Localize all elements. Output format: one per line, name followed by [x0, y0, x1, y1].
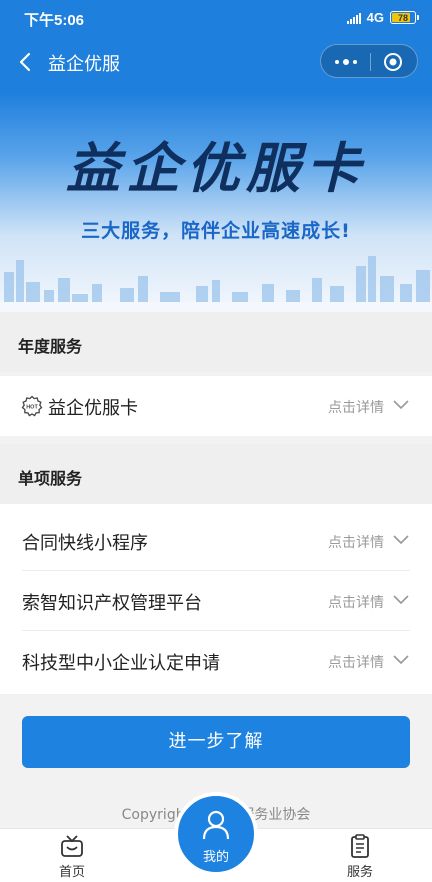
list-item-contract-express[interactable]: 合同快线小程序 点击详情: [0, 511, 432, 571]
status-indicators: 4G 78: [346, 10, 419, 25]
chevron-down-icon: [393, 535, 409, 545]
detail-link[interactable]: 点击详情: [328, 532, 384, 552]
hot-badge-icon: HOT: [21, 395, 43, 417]
page-title: 益企优服: [48, 54, 120, 75]
city-skyline-illustration: [0, 256, 432, 312]
capsule-divider: [370, 53, 371, 71]
chevron-down-icon: [393, 655, 409, 665]
detail-link[interactable]: 点击详情: [328, 397, 384, 417]
clipboard-list-icon: [351, 834, 369, 858]
chevron-down-icon: [393, 595, 409, 605]
tab-mine[interactable]: 我的: [174, 792, 258, 876]
tab-service[interactable]: 服务: [320, 833, 400, 880]
tab-home[interactable]: 首页: [32, 833, 112, 880]
miniprogram-capsule: [320, 44, 418, 78]
list-item-label: 索智知识产权管理平台: [22, 593, 202, 614]
list-item-ip-platform[interactable]: 索智知识产权管理平台 点击详情: [0, 571, 432, 631]
network-type: 4G: [366, 10, 384, 25]
section-annual-header: 年度服务: [0, 312, 432, 372]
user-icon: [202, 810, 230, 840]
detail-link[interactable]: 点击详情: [328, 652, 384, 672]
tab-mine-label: 我的: [202, 850, 229, 865]
status-time: 下午5:06: [24, 12, 85, 29]
top-header: 下午5:06 4G 78 益企优服: [0, 0, 432, 92]
section-single-title: 单项服务: [18, 469, 83, 488]
tab-home-label: 首页: [58, 865, 85, 880]
signal-icon: [346, 12, 361, 24]
list-item-label: 益企优服卡: [48, 398, 138, 419]
learn-more-button[interactable]: 进一步了解: [22, 716, 410, 768]
tab-service-label: 服务: [346, 865, 373, 880]
banner-brand: 益企优服卡: [66, 136, 366, 200]
chevron-down-icon: [393, 400, 409, 410]
list-item-tech-sme-application[interactable]: 科技型中小企业认定申请 点击详情: [0, 631, 432, 691]
more-menu-icon[interactable]: [335, 59, 357, 65]
detail-link[interactable]: 点击详情: [328, 592, 384, 612]
nav-bar: 益企优服: [0, 40, 432, 84]
section-annual-title: 年度服务: [18, 337, 83, 356]
battery-icon: 78: [390, 11, 419, 24]
hot-badge-text: HOT: [26, 405, 38, 411]
close-miniprogram-icon[interactable]: [383, 52, 403, 72]
home-gift-icon: [61, 835, 83, 857]
section-single-header: 单项服务: [0, 444, 432, 504]
battery-level: 78: [397, 12, 408, 23]
list-item-annual-card[interactable]: HOT 益企优服卡 点击详情: [0, 376, 432, 436]
list-item-label: 科技型中小企业认定申请: [22, 653, 220, 674]
list-item-label: 合同快线小程序: [22, 533, 148, 554]
status-bar: 下午5:06 4G 78: [0, 0, 432, 36]
hero-banner: 益企优服卡 三大服务，陪伴企业高速成长!: [0, 92, 432, 312]
back-arrow-icon[interactable]: [14, 50, 38, 74]
